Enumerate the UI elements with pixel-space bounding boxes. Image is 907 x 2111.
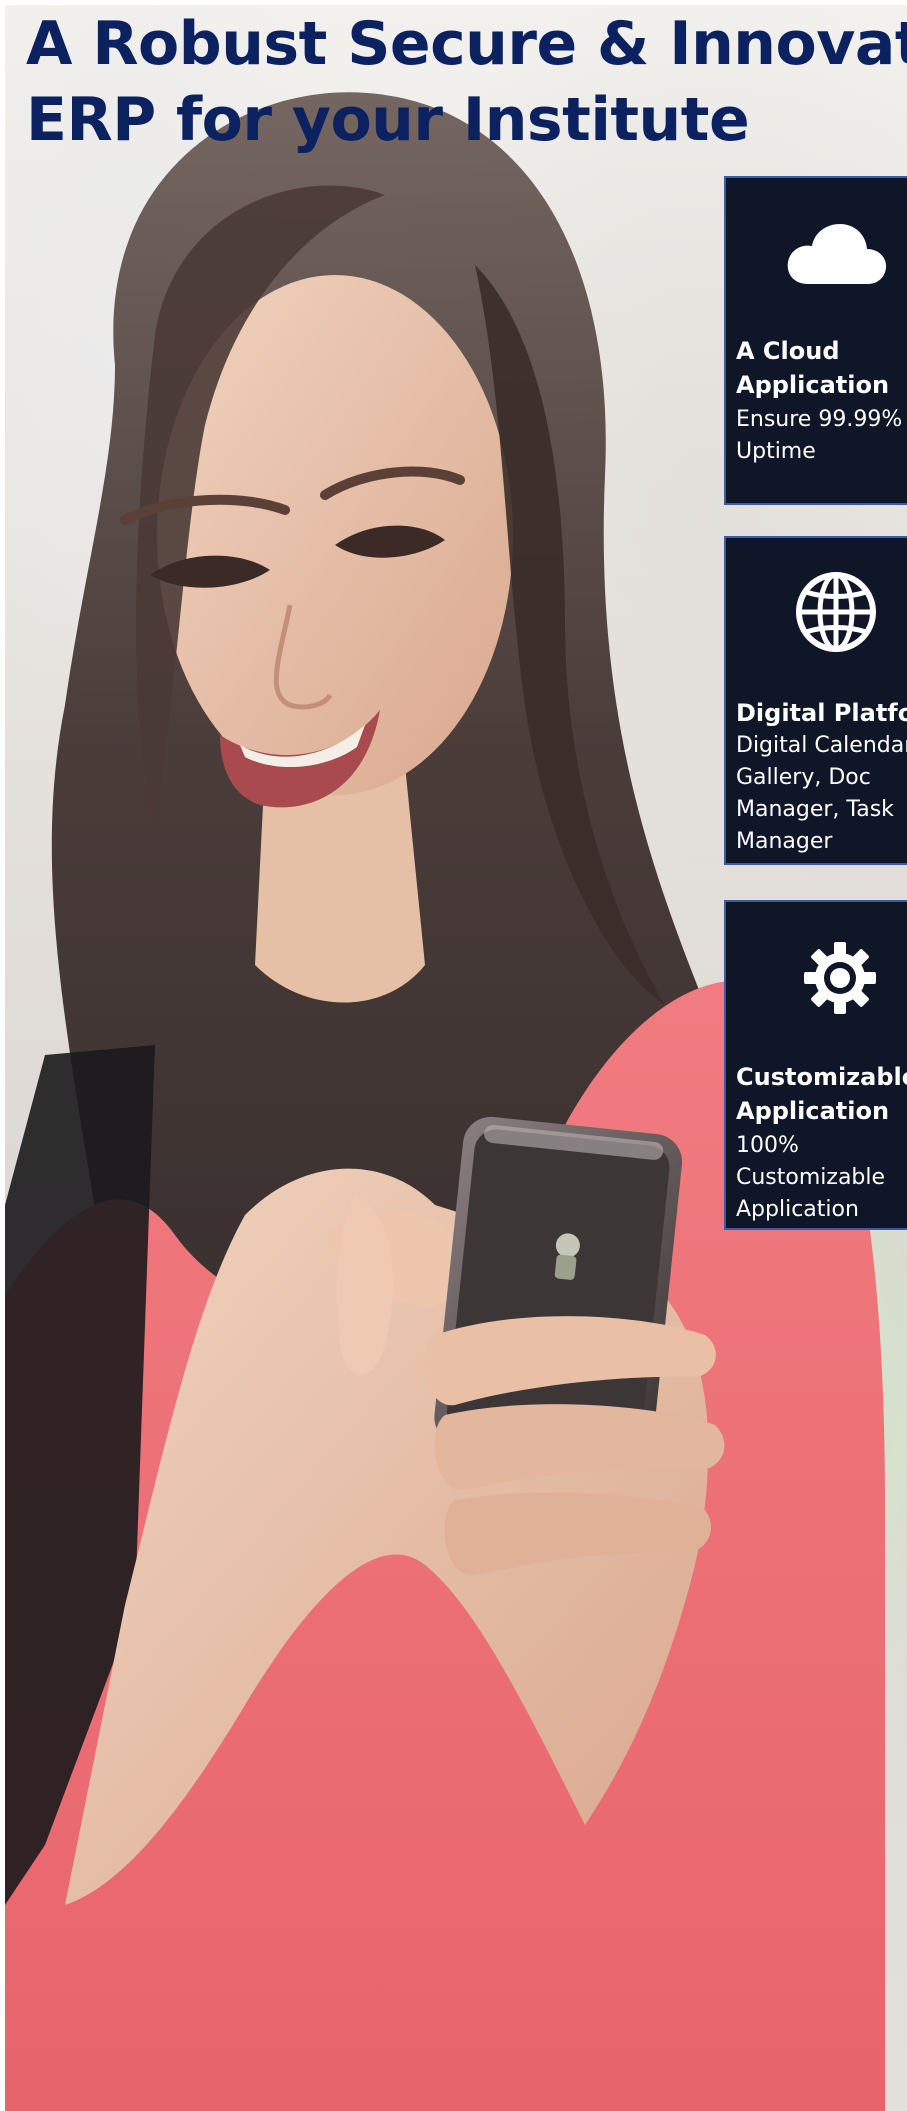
cloud-icon [726,222,907,286]
page-title-line-1: A Robust Secure & Innovative [26,9,907,79]
page-title: A Robust Secure & Innovative ERP for you… [26,6,907,158]
feature-title: Customizable Application [736,1063,907,1125]
feature-description: Ensure 99.99% Uptime [736,407,903,464]
feature-title: A Cloud Application [736,337,890,399]
hero-section: A Robust Secure & Innovative ERP for you… [0,0,907,2111]
page-title-line-2: ERP for your Institute [26,85,750,155]
feature-description: Digital Calendar, Gallery, Doc Manager, … [736,733,907,854]
feature-description: 100% Customizable Application [736,1133,886,1222]
feature-card-digital-platform: Digital Platform Digital Calendar, Galle… [724,536,907,865]
feature-card-customizable: Customizable Application 100% Customizab… [724,900,907,1230]
gear-icon [726,942,907,1014]
feature-card-cloud: A Cloud Application Ensure 99.99% Uptime [724,176,907,505]
feature-title: Digital Platform [736,699,907,727]
globe-icon [726,570,907,654]
